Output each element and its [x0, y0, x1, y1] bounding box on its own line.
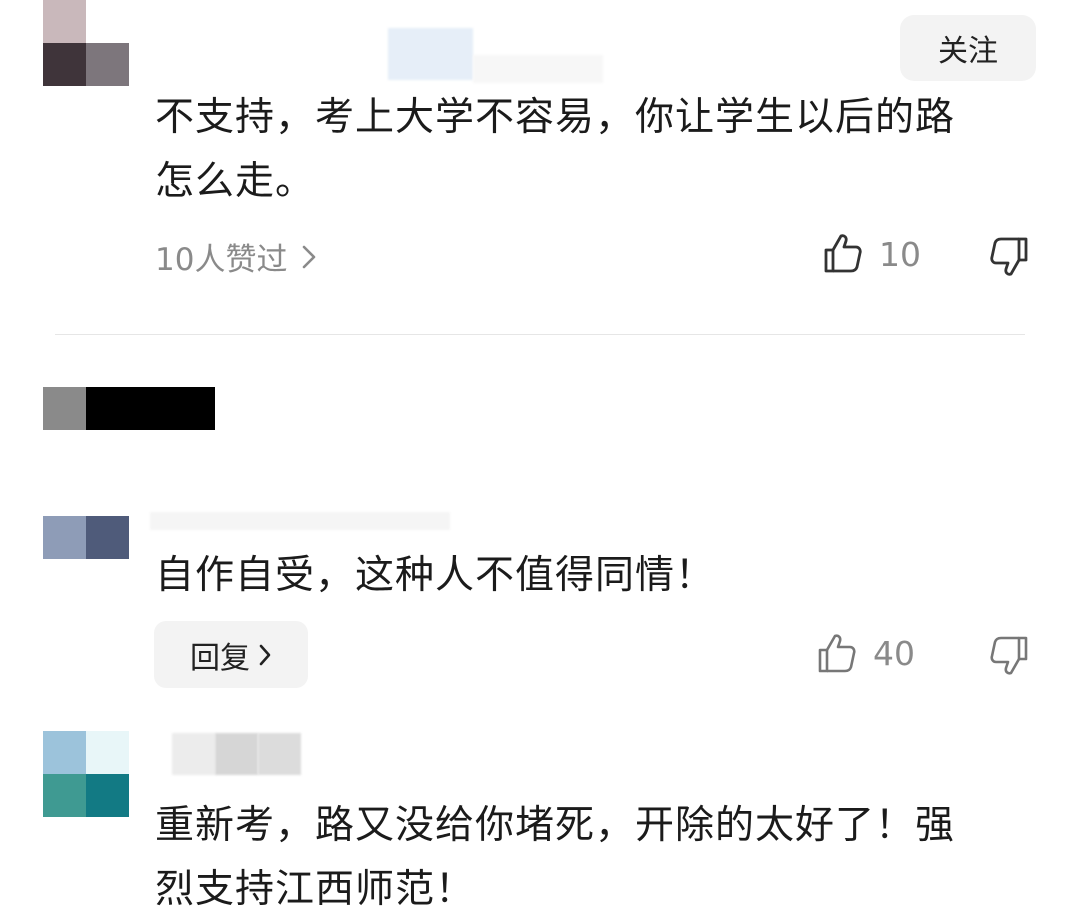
- avatar[interactable]: [43, 0, 129, 86]
- like-count: 40: [873, 634, 915, 673]
- chevron-right-icon: [259, 644, 271, 665]
- divider: [55, 334, 1025, 335]
- comment-text: 重新考，路又没给你堵死，开除的太好了！强 烈支持江西师范！: [155, 794, 955, 922]
- comment-text: 不支持，考上大学不容易，你让学生以后的路 怎么走。: [155, 86, 955, 214]
- comment-text-line: 烈支持江西师范！: [155, 867, 476, 912]
- comment-text-line: 怎么走。: [155, 159, 316, 204]
- username-redacted: [473, 55, 603, 83]
- follow-button-label: 关注: [938, 34, 998, 69]
- likers-label: 10人赞过: [155, 242, 288, 278]
- thumbs-down-icon[interactable]: [988, 236, 1030, 278]
- avatar[interactable]: [43, 731, 129, 817]
- username-redacted: [172, 733, 215, 775]
- username-redacted: [258, 733, 301, 775]
- username-redacted: [215, 733, 258, 775]
- avatar[interactable]: [43, 516, 129, 559]
- reply-button-label: 回复: [190, 640, 250, 676]
- comment-text-line: 重新考，路又没给你堵死，开除的太好了！强: [155, 803, 956, 848]
- avatar[interactable]: [43, 387, 215, 430]
- likers-link[interactable]: 10人赞过: [155, 234, 317, 279]
- username-redacted: [388, 28, 473, 80]
- like-count: 10: [879, 235, 921, 274]
- comment-text-line: 自作自受，这种人不值得同情！: [155, 553, 716, 598]
- comment-text: 自作自受，这种人不值得同情！: [155, 544, 715, 608]
- thumbs-down-icon[interactable]: [988, 635, 1030, 677]
- chevron-right-icon: [303, 245, 316, 268]
- thumbs-up-icon[interactable]: [822, 232, 864, 274]
- thumbs-up-icon[interactable]: [816, 632, 858, 674]
- comment-text-line: 不支持，考上大学不容易，你让学生以后的路: [155, 95, 956, 140]
- username-redacted: [150, 512, 450, 530]
- reply-button[interactable]: 回复: [154, 621, 308, 688]
- follow-button[interactable]: 关注: [900, 15, 1036, 81]
